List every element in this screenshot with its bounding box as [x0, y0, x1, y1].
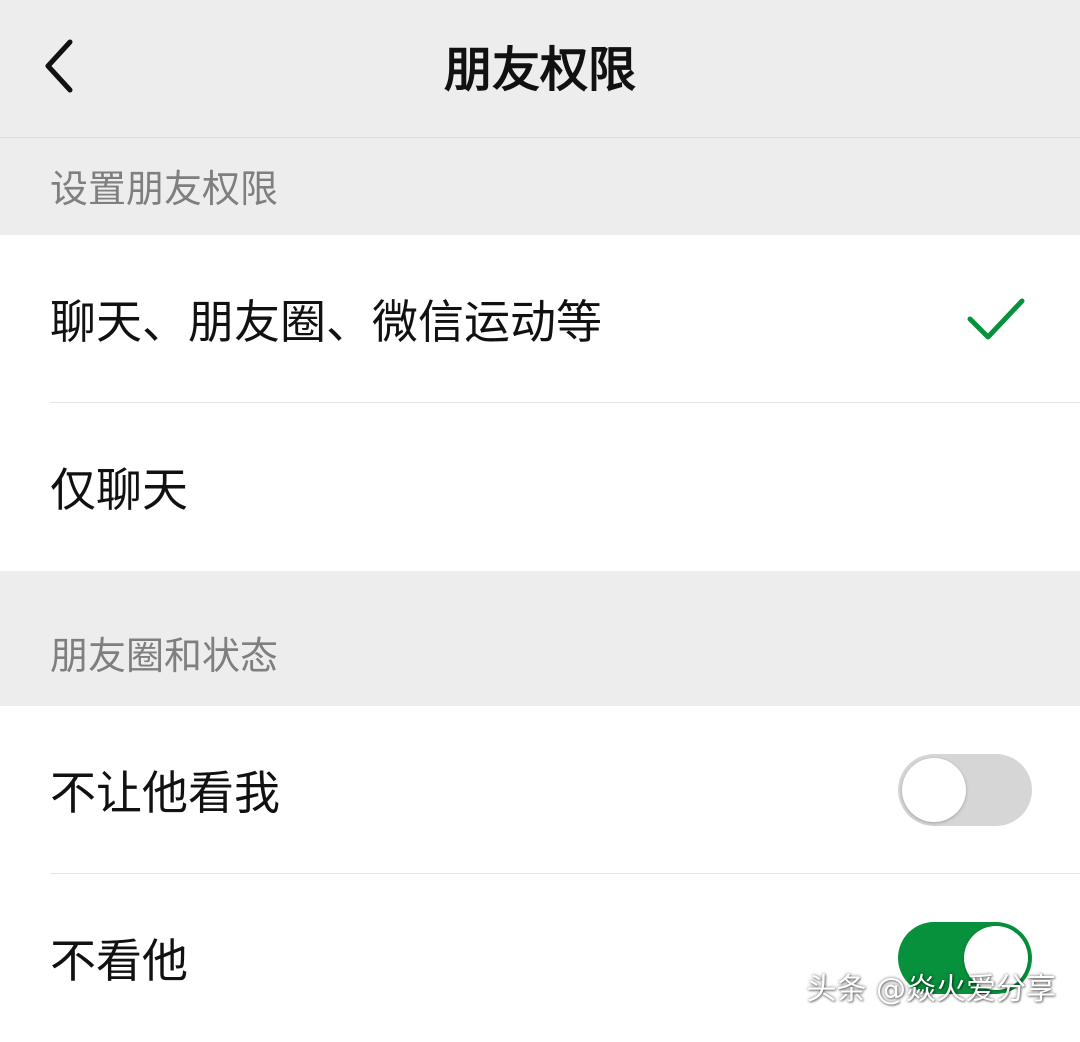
watermark: 头条 @焱火爱分享 [806, 972, 1056, 1007]
hide-my-posts-toggle[interactable] [898, 754, 1032, 826]
toggle-knob [902, 758, 966, 822]
hide-his-posts-label: 不看他 [50, 934, 188, 988]
option-chat-only-label: 仅聊天 [50, 463, 188, 517]
row-hide-his-posts[interactable]: 不看他 [0, 874, 1080, 1042]
section-header-moments: 朋友圈和状态 [0, 571, 1080, 706]
option-chat-only[interactable]: 仅聊天 [0, 403, 1080, 571]
option-full-access-label: 聊天、朋友圈、微信运动等 [50, 295, 602, 349]
section-header-permissions: 设置朋友权限 [0, 139, 1080, 235]
hide-my-posts-label: 不让他看我 [50, 766, 280, 820]
permissions-group: 聊天、朋友圈、微信运动等 仅聊天 [0, 235, 1080, 571]
row-hide-my-posts[interactable]: 不让他看我 [0, 706, 1080, 874]
navigation-bar: 朋友权限 [0, 0, 1080, 138]
page-title: 朋友权限 [443, 42, 636, 98]
check-icon [967, 298, 1025, 340]
option-full-access[interactable]: 聊天、朋友圈、微信运动等 [0, 235, 1080, 403]
